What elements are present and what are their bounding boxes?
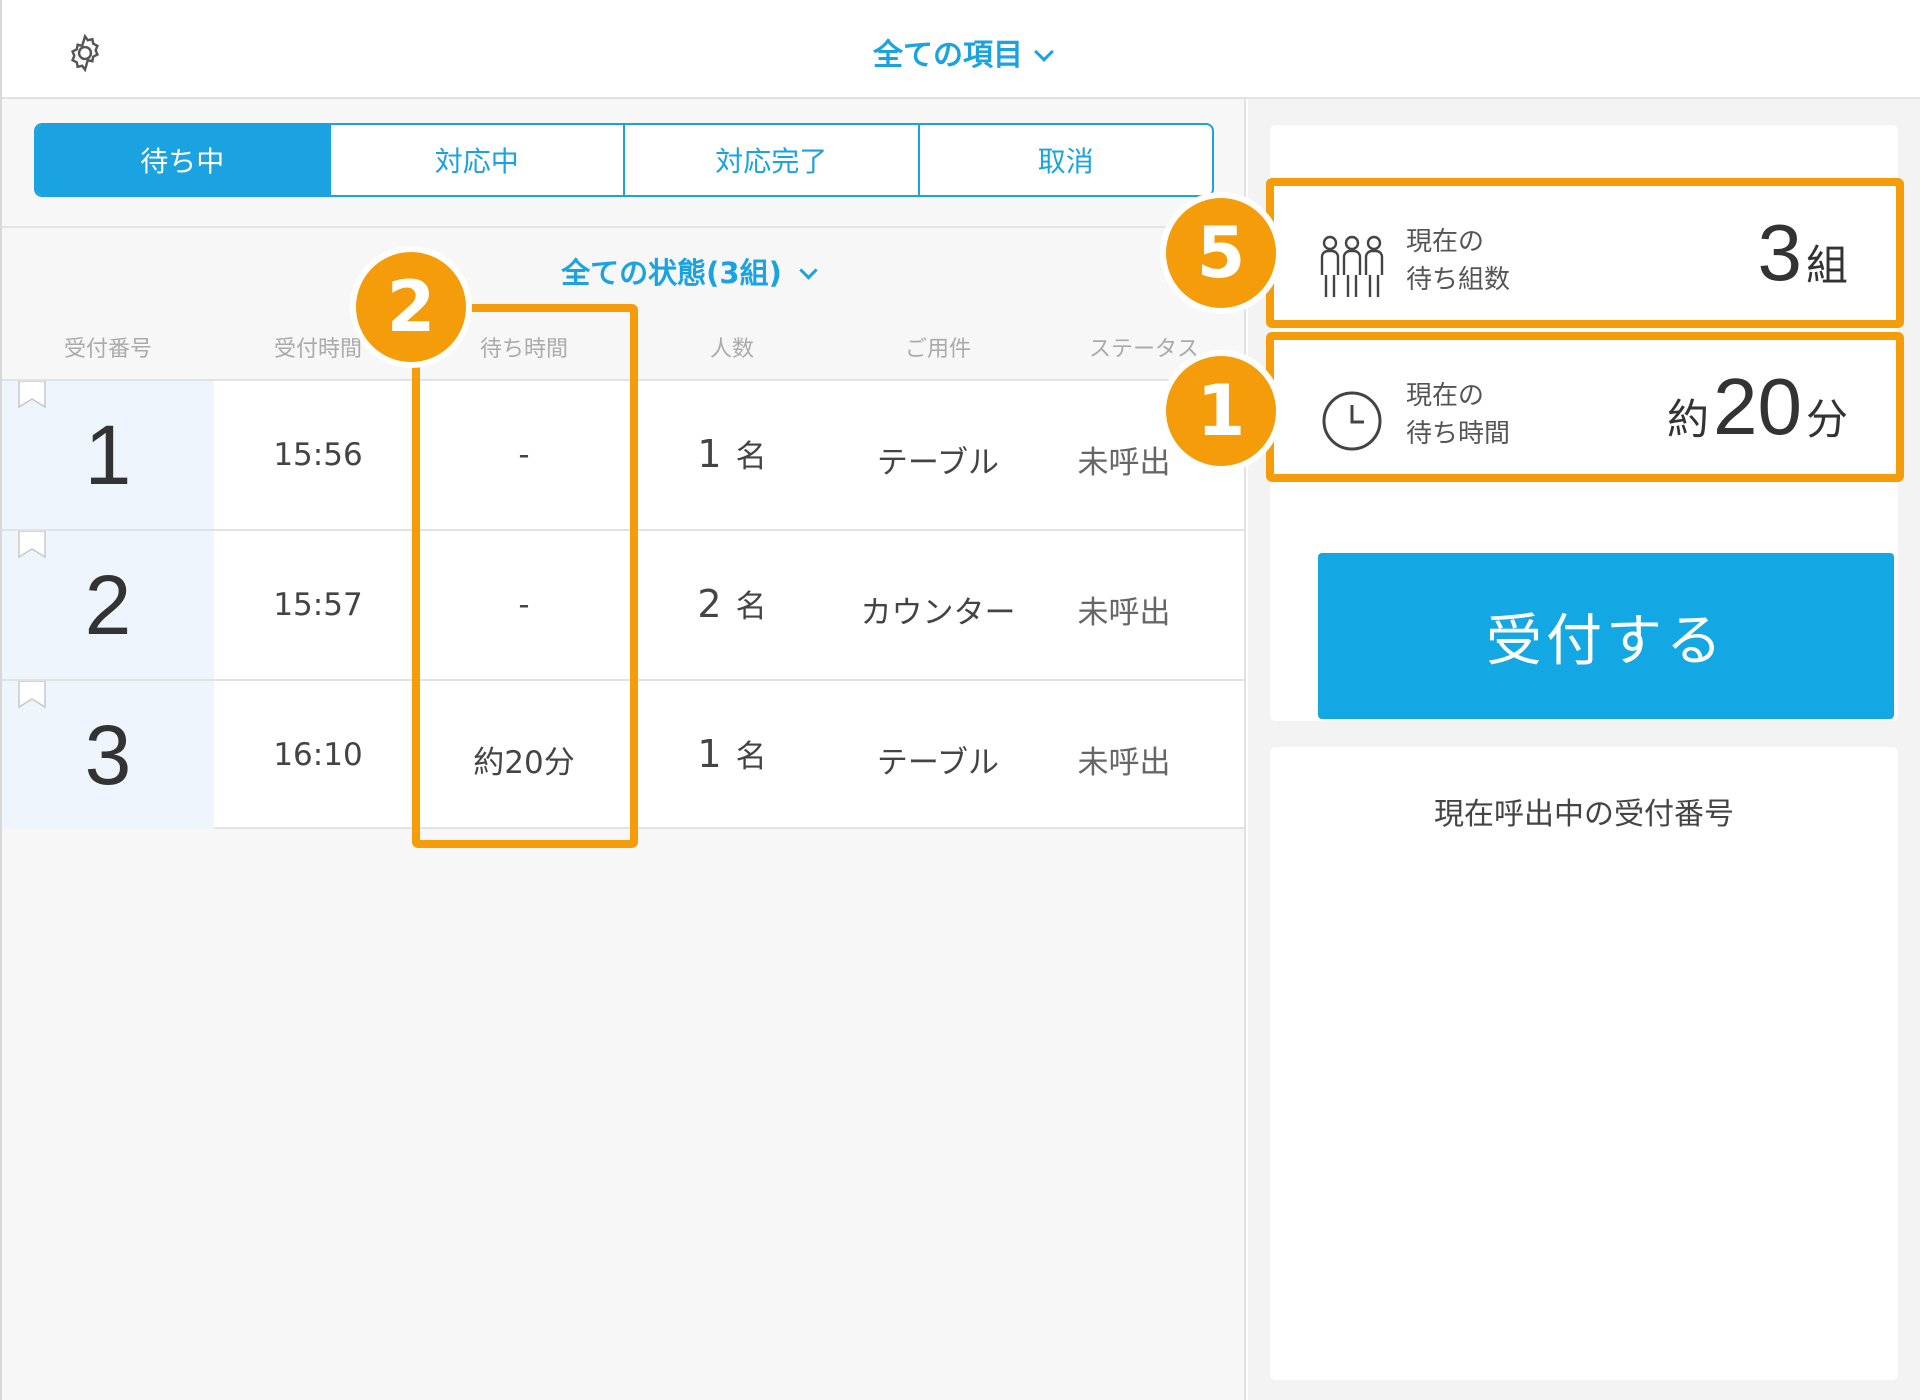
state-filter-label: 全ての状態(3組) (561, 256, 782, 290)
highlight-wait-column (412, 304, 638, 848)
status-label: 未呼出 (1077, 595, 1171, 631)
bookmark-icon[interactable] (18, 381, 46, 409)
party-size-value: 2 (697, 582, 722, 626)
party-size: 2名 (662, 581, 802, 626)
tab-waiting[interactable]: 待ち中 (36, 125, 329, 195)
purpose: カウンター (860, 595, 1016, 631)
party-size-value: 1 (697, 432, 722, 476)
party-size-unit: 名 (735, 589, 767, 625)
purpose: テーブル (876, 745, 1000, 781)
category-dropdown[interactable]: 全ての項目 (2, 30, 1920, 74)
category-dropdown-label: 全ての項目 (873, 38, 1023, 73)
state-filter-dropdown[interactable]: 全ての状態(3組) (2, 250, 1244, 292)
chevron-down-icon (1034, 42, 1054, 62)
party-size-unit: 名 (735, 739, 767, 775)
now-calling-card: 現在呼出中の受付番号 (1270, 747, 1898, 1380)
column-header-number: 受付番号 (63, 337, 152, 362)
reception-time: 16:10 (273, 737, 363, 773)
party-size-unit: 名 (735, 439, 767, 475)
reception-time: 15:57 (273, 587, 363, 623)
annotation-badge-5: 5 (1160, 192, 1282, 314)
filter-bar: 全ての状態(3組) (2, 226, 1244, 296)
ticket-number: 2 (84, 558, 132, 652)
top-bar: 全ての項目 (2, 0, 1920, 99)
tab-completed[interactable]: 対応完了 (623, 125, 918, 195)
highlight-groups-stat (1266, 178, 1904, 328)
column-header-people: 人数 (709, 337, 754, 362)
ticket-number: 1 (84, 408, 132, 502)
party-size: 1名 (662, 431, 802, 476)
reception-app: 全ての項目 待ち中 対応中 対応完了 取消 全ての状態(3組) 受付番号 受付時… (0, 0, 1920, 1400)
ticket-number: 3 (84, 708, 132, 802)
tab-cancelled[interactable]: 取消 (917, 125, 1213, 195)
party-size: 1名 (662, 731, 802, 776)
column-header-purpose: ご用件 (904, 337, 971, 362)
tab-in-progress[interactable]: 対応中 (328, 125, 624, 195)
annotation-badge-1: 1 (1160, 350, 1282, 472)
reception-time: 15:56 (273, 437, 363, 473)
purpose: テーブル (876, 445, 1000, 481)
bookmark-icon[interactable] (18, 531, 46, 559)
party-size-value: 1 (697, 732, 722, 776)
register-button[interactable]: 受付する (1318, 553, 1894, 719)
now-calling-title: 現在呼出中の受付番号 (1434, 797, 1734, 832)
chevron-down-icon (799, 261, 818, 280)
annotation-badge-2: 2 (350, 246, 472, 368)
status-tabs: 待ち中 対応中 対応完了 取消 (34, 123, 1214, 197)
status-label: 未呼出 (1077, 745, 1171, 781)
bookmark-icon[interactable] (18, 681, 46, 709)
highlight-wait-stat (1266, 332, 1904, 482)
